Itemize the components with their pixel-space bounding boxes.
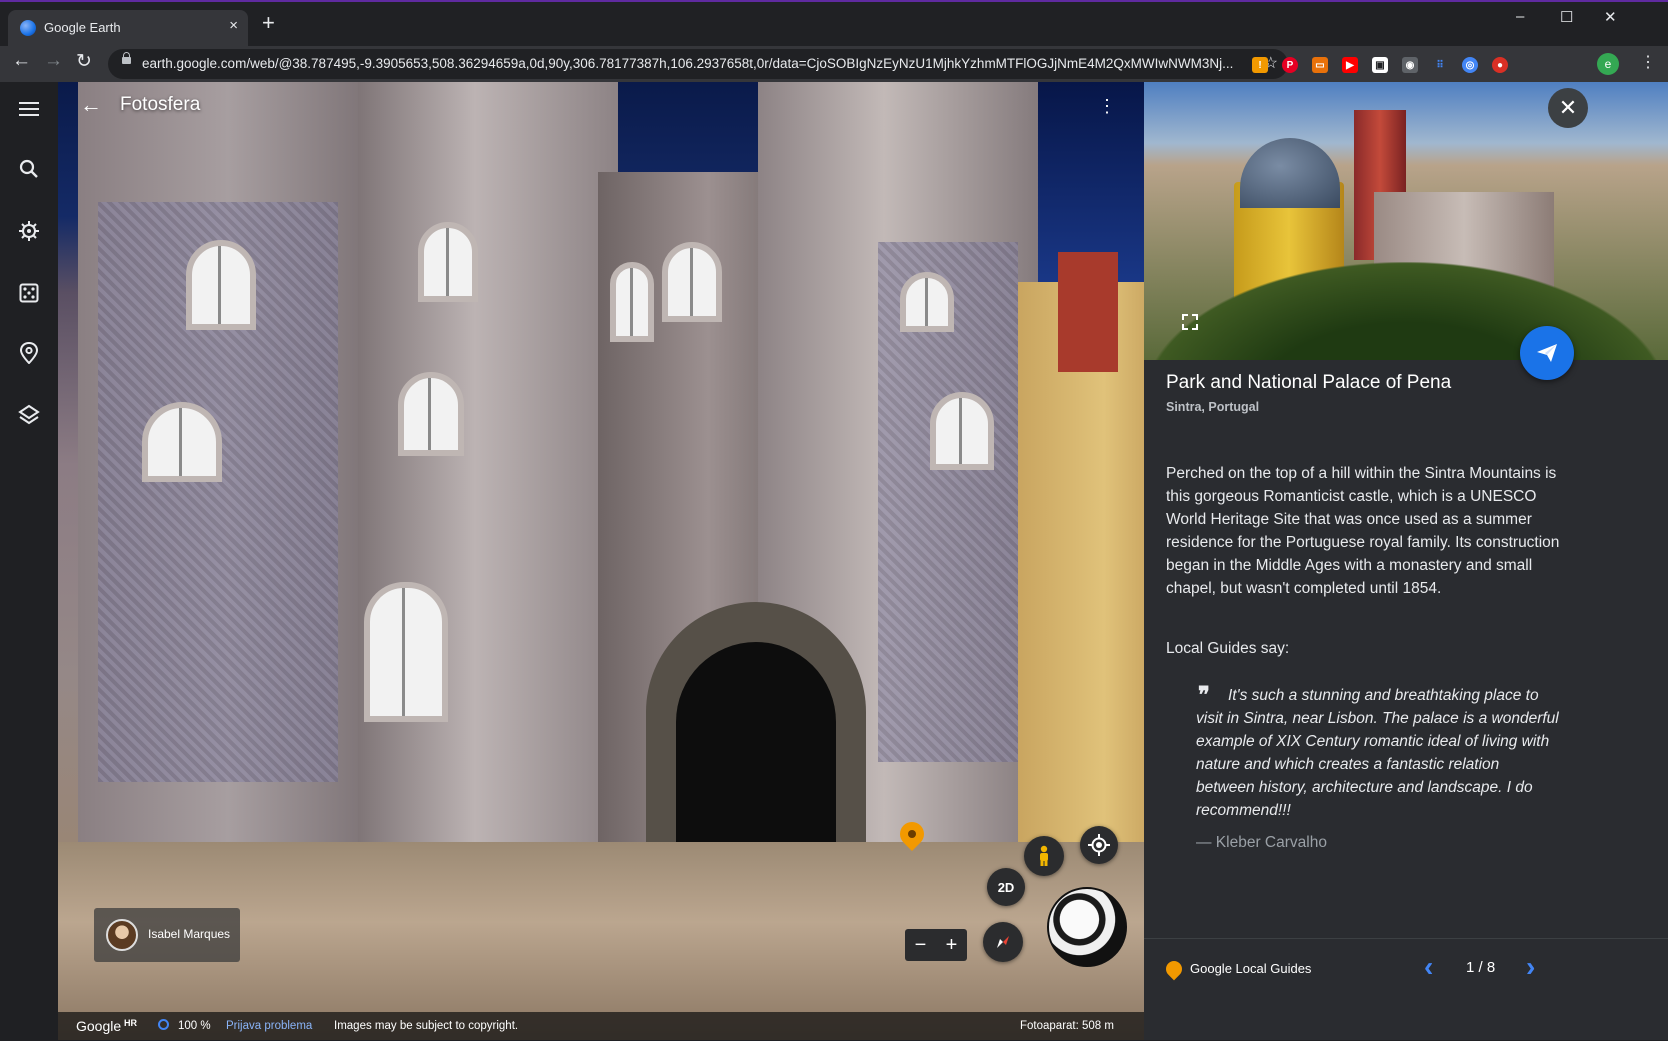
url-text[interactable]: earth.google.com/web/@38.787495,-9.39056…	[142, 56, 1252, 71]
back-arrow-icon[interactable]: ←	[12, 50, 31, 72]
pegman-button[interactable]	[1024, 836, 1064, 876]
red-turret	[1058, 252, 1118, 372]
tab-close-button[interactable]: ×	[229, 17, 238, 34]
window-mid-left	[142, 402, 222, 482]
compass-icon	[997, 936, 1009, 948]
send-icon	[1537, 344, 1557, 362]
place-title: Park and National Palace of Pena	[1166, 372, 1452, 393]
window-tower-upper	[418, 222, 478, 302]
hero-forest	[1144, 262, 1668, 360]
voyager-icon[interactable]	[16, 218, 42, 244]
browser-toolbar: ← → ↻ earth.google.com/web/@38.787495,-9…	[0, 46, 1668, 82]
back-arrow-icon[interactable]: ←	[80, 92, 102, 117]
status-bar: Google HR 100 % Prijava problema Images …	[58, 1012, 1190, 1040]
next-card-button[interactable]: ›	[1526, 953, 1535, 981]
window-maximize-button[interactable]: ☐	[1560, 8, 1573, 26]
extension-warning-icon[interactable]: !	[1252, 57, 1268, 73]
search-icon[interactable]	[16, 156, 42, 182]
window-right-mid	[930, 392, 994, 470]
local-guides-heading: Local Guides say:	[1166, 640, 1290, 657]
toggle-2d-button[interactable]: 2D	[987, 868, 1025, 906]
browser-menu-icon[interactable]: ⋮	[1640, 52, 1656, 72]
window-close-button[interactable]: ✕	[1604, 8, 1617, 26]
place-location: Sintra, Portugal	[1166, 400, 1260, 414]
window-tower-lower	[364, 582, 448, 722]
viewer-more-icon[interactable]: ⋮	[1098, 96, 1116, 117]
window-bay-left	[610, 262, 654, 342]
window-bay-center	[662, 242, 722, 322]
pegman-icon	[1040, 845, 1048, 866]
my-location-button[interactable]	[1080, 826, 1118, 864]
feeling-lucky-icon[interactable]	[16, 280, 42, 306]
compass-button[interactable]	[983, 922, 1023, 962]
apps-grid-icon[interactable]: ⠿	[1432, 57, 1448, 73]
left-tower	[358, 82, 618, 882]
footer-brand-google: Google	[1190, 961, 1232, 976]
extension-frame-icon[interactable]: ▣	[1372, 57, 1388, 73]
hero-photo[interactable]	[1144, 82, 1668, 360]
viewer-title: Fotosfera	[120, 94, 201, 115]
avatar	[106, 919, 138, 951]
pinterest-icon[interactable]: P	[1282, 57, 1298, 73]
lock-icon	[122, 52, 131, 64]
menu-icon[interactable]	[16, 96, 42, 122]
earth-side-rail	[0, 82, 58, 1040]
google-logo: Google	[76, 1018, 122, 1034]
footer-brand-program: Local Guides	[1235, 961, 1312, 976]
window-tower-mid	[398, 372, 464, 456]
globe-minimap[interactable]	[1047, 887, 1127, 967]
quote-author: — Kleber Carvalho	[1196, 834, 1327, 851]
guide-quote: It's such a stunning and breathtaking pl…	[1196, 687, 1559, 819]
window-upper-left	[186, 240, 256, 330]
hero-dome	[1240, 138, 1340, 208]
report-problem-link[interactable]: Prijava problema	[226, 1020, 312, 1032]
region-code: HR	[124, 1018, 137, 1028]
camera-icon[interactable]: ◉	[1402, 57, 1418, 73]
close-panel-button[interactable]: ✕	[1548, 88, 1588, 128]
tab-google-earth[interactable]: Google Earth ×	[8, 10, 248, 48]
local-guides-logo-icon	[1162, 957, 1186, 981]
forward-arrow-icon[interactable]: →	[44, 50, 63, 72]
previous-card-button[interactable]: ‹	[1424, 953, 1433, 981]
panel-footer: Google Local Guides ‹ 1 / 8 ›	[1144, 938, 1668, 1041]
earth-icon	[20, 20, 36, 36]
share-button[interactable]	[1520, 326, 1574, 380]
copyright-notice: Images may be subject to copyright.	[334, 1020, 519, 1032]
loading-circle-icon	[158, 1019, 169, 1030]
new-tab-button[interactable]: +	[262, 12, 275, 34]
card-pager: 1 / 8	[1466, 959, 1496, 976]
address-bar[interactable]: earth.google.com/web/@38.787495,-9.39056…	[108, 49, 1288, 79]
photo-author-chip[interactable]: Isabel Marques	[94, 908, 240, 962]
place-description: Perched on the top of a hill within the …	[1166, 465, 1560, 597]
fullscreen-icon[interactable]	[1182, 314, 1198, 330]
extension-search-icon[interactable]: ◎	[1462, 57, 1478, 73]
tab-title: Google Earth	[44, 20, 121, 35]
reload-icon[interactable]: ↻	[76, 50, 92, 73]
author-name: Isabel Marques	[148, 927, 231, 941]
camera-altitude: Fotoaparat: 508 m	[1020, 1020, 1114, 1032]
window-minimize-button[interactable]: –	[1516, 8, 1524, 25]
window-right-upper	[900, 272, 954, 332]
zoom-in-button[interactable]: +	[936, 929, 967, 961]
load-percent: 100 %	[178, 1020, 211, 1032]
extension-gift-icon[interactable]: ▭	[1312, 57, 1328, 73]
footer-brand[interactable]: Google Local Guides	[1190, 961, 1311, 976]
my-location-icon	[1088, 834, 1110, 856]
youtube-icon[interactable]: ▶	[1342, 57, 1358, 73]
zoom-control[interactable]: − +	[905, 929, 967, 961]
map-style-icon[interactable]	[16, 402, 42, 428]
extension-red-icon[interactable]: ●	[1492, 57, 1508, 73]
projects-icon[interactable]	[16, 340, 42, 366]
zoom-out-button[interactable]: −	[905, 929, 936, 961]
profile-avatar[interactable]: e	[1597, 53, 1619, 75]
browser-tabstrip: Google Earth × + – ☐ ✕	[0, 0, 1668, 48]
